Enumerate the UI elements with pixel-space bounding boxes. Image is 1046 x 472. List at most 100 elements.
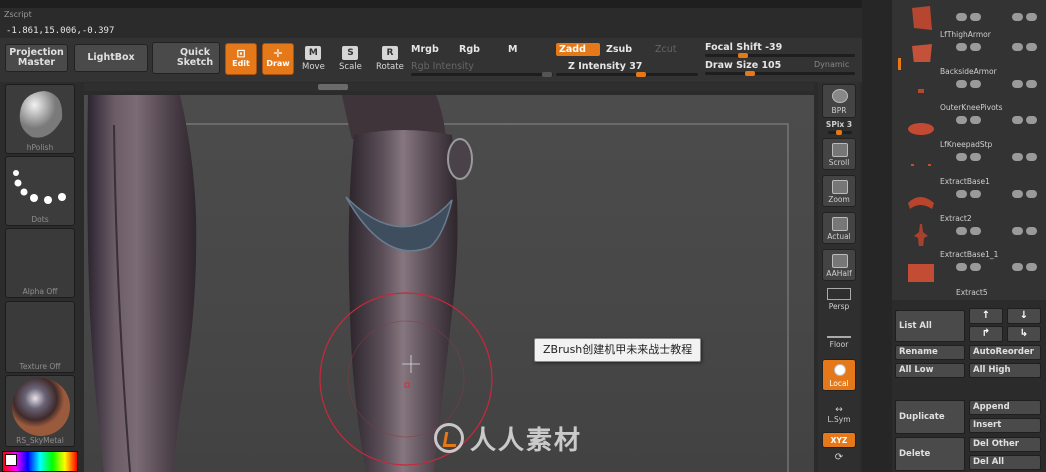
subtool-item[interactable]: BacksideArmor <box>906 67 1038 103</box>
draw-size-slider[interactable] <box>705 71 855 76</box>
rgb-intensity-slider[interactable] <box>411 72 553 77</box>
projection-master-button[interactable]: Projection Master <box>5 44 68 72</box>
polypaint-toggle[interactable] <box>970 227 981 235</box>
eye-icon[interactable] <box>1012 227 1023 235</box>
stroke-selector[interactable]: Dots <box>5 156 75 226</box>
color-picker[interactable] <box>2 451 78 472</box>
subtool-item[interactable]: LfKneepadStp <box>906 140 1038 176</box>
polypaint-toggle[interactable] <box>970 13 981 21</box>
actual-button[interactable]: Actual <box>822 212 856 244</box>
arrow-up-icon[interactable]: ↑ <box>969 308 1003 324</box>
delete-button[interactable]: Delete <box>895 437 965 471</box>
visibility-toggle[interactable] <box>956 153 967 161</box>
rotate-view-icon[interactable]: ⟳ <box>822 452 856 463</box>
draw-button[interactable]: ✛ Draw <box>262 43 294 75</box>
duplicate-button[interactable]: Duplicate <box>895 400 965 434</box>
visibility-toggle[interactable] <box>956 190 967 198</box>
polypaint-toggle[interactable] <box>970 116 981 124</box>
append-button[interactable]: Append <box>969 400 1041 415</box>
eye-icon[interactable] <box>1012 13 1023 21</box>
mrgb-toggle[interactable]: Mrgb <box>411 44 439 55</box>
xyz-button[interactable]: XYZ <box>822 432 856 448</box>
z-intensity-knob[interactable] <box>636 72 646 77</box>
visibility-toggle[interactable] <box>956 116 967 124</box>
all-high-button[interactable]: All High <box>969 363 1041 378</box>
focal-shift-knob[interactable] <box>738 53 748 58</box>
lock-toggle[interactable] <box>1026 80 1037 88</box>
lock-toggle[interactable] <box>1026 227 1037 235</box>
move-down-icon[interactable]: ↳ <box>1007 326 1041 342</box>
z-intensity-slider[interactable] <box>556 72 698 77</box>
menu-bar[interactable] <box>0 0 862 8</box>
document-viewport[interactable] <box>84 95 814 472</box>
list-all-button[interactable]: List All <box>895 310 965 342</box>
eye-icon[interactable] <box>1012 190 1023 198</box>
arrow-down-icon[interactable]: ↓ <box>1007 308 1041 324</box>
alpha-selector[interactable]: Alpha Off <box>5 228 75 298</box>
lock-toggle[interactable] <box>1026 153 1037 161</box>
bpr-button[interactable]: BPR <box>822 84 856 118</box>
scroll-button[interactable]: Scroll <box>822 138 856 170</box>
draw-size-knob[interactable] <box>745 71 755 76</box>
eye-icon[interactable] <box>1012 80 1023 88</box>
rotate-button[interactable]: R Rotate <box>376 46 404 72</box>
visibility-toggle[interactable] <box>956 43 967 51</box>
rgb-intensity-knob[interactable] <box>542 72 552 77</box>
rgb-toggle[interactable]: Rgb <box>459 44 480 55</box>
subtool-item-selected[interactable]: Extract5 <box>906 262 1038 297</box>
del-all-button[interactable]: Del All <box>969 455 1041 470</box>
eye-icon[interactable] <box>1012 116 1023 124</box>
texture-selector[interactable]: Texture Off <box>5 301 75 373</box>
viewport-scrollbar[interactable] <box>84 83 814 91</box>
quick-sketch-button[interactable]: Quick Sketch <box>152 42 220 74</box>
lock-toggle[interactable] <box>1026 43 1037 51</box>
scrollbar-grip[interactable] <box>318 84 348 90</box>
scale-button[interactable]: S Scale <box>339 46 362 72</box>
polypaint-toggle[interactable] <box>970 80 981 88</box>
lock-toggle[interactable] <box>1026 13 1037 21</box>
main-color-swatch[interactable] <box>5 454 17 466</box>
move-up-icon[interactable]: ↱ <box>969 326 1003 342</box>
subtool-item[interactable]: LfThighArmor <box>906 30 1038 66</box>
brush-selector[interactable]: hPolish <box>5 84 75 154</box>
zsub-toggle[interactable]: Zsub <box>606 44 632 55</box>
polypaint-toggle[interactable] <box>970 190 981 198</box>
zoom-button[interactable]: Zoom <box>822 175 856 207</box>
rename-button[interactable]: Rename <box>895 345 965 360</box>
floor-button[interactable]: Floor <box>822 326 856 349</box>
eye-icon[interactable] <box>1012 43 1023 51</box>
all-low-button[interactable]: All Low <box>895 363 965 378</box>
visibility-toggle[interactable] <box>956 80 967 88</box>
edit-button[interactable]: ⊡ Edit <box>225 43 257 75</box>
del-other-button[interactable]: Del Other <box>969 437 1041 452</box>
autoreorder-button[interactable]: AutoReorder <box>969 345 1041 360</box>
zcut-toggle[interactable]: Zcut <box>655 44 676 55</box>
dynamic-toggle[interactable]: Dynamic <box>814 60 849 69</box>
polypaint-toggle[interactable] <box>970 43 981 51</box>
aahalf-button[interactable]: AAHalf <box>822 249 856 281</box>
polypaint-toggle[interactable] <box>970 153 981 161</box>
panel-divider[interactable] <box>862 0 892 472</box>
zadd-toggle[interactable]: Zadd <box>556 43 600 56</box>
lock-toggle[interactable] <box>1026 116 1037 124</box>
move-button[interactable]: M Move <box>302 46 325 72</box>
subtool-item[interactable]: ExtractBase1 <box>906 177 1038 213</box>
lightbox-button[interactable]: LightBox <box>74 44 148 72</box>
local-button[interactable]: Local <box>822 359 856 391</box>
subtool-item[interactable]: Extract2 <box>906 214 1038 250</box>
subtool-item[interactable]: OuterKneePivots <box>906 103 1038 139</box>
subtool-scroll-indicator[interactable] <box>898 58 901 70</box>
lock-toggle[interactable] <box>1026 190 1037 198</box>
lsym-button[interactable]: ↔ L.Sym <box>822 405 856 424</box>
focal-shift-slider[interactable] <box>705 53 855 58</box>
visibility-toggle[interactable] <box>956 227 967 235</box>
model-canvas[interactable] <box>84 95 814 472</box>
material-selector[interactable]: RS_SkyMetal <box>5 375 75 447</box>
spix-knob[interactable] <box>836 130 842 135</box>
spix-setting[interactable]: SPix 3 <box>822 120 856 129</box>
persp-button[interactable]: Persp <box>822 288 856 311</box>
eye-icon[interactable] <box>1012 153 1023 161</box>
insert-button[interactable]: Insert <box>969 418 1041 433</box>
m-toggle[interactable]: M <box>508 44 517 55</box>
visibility-toggle[interactable] <box>956 13 967 21</box>
